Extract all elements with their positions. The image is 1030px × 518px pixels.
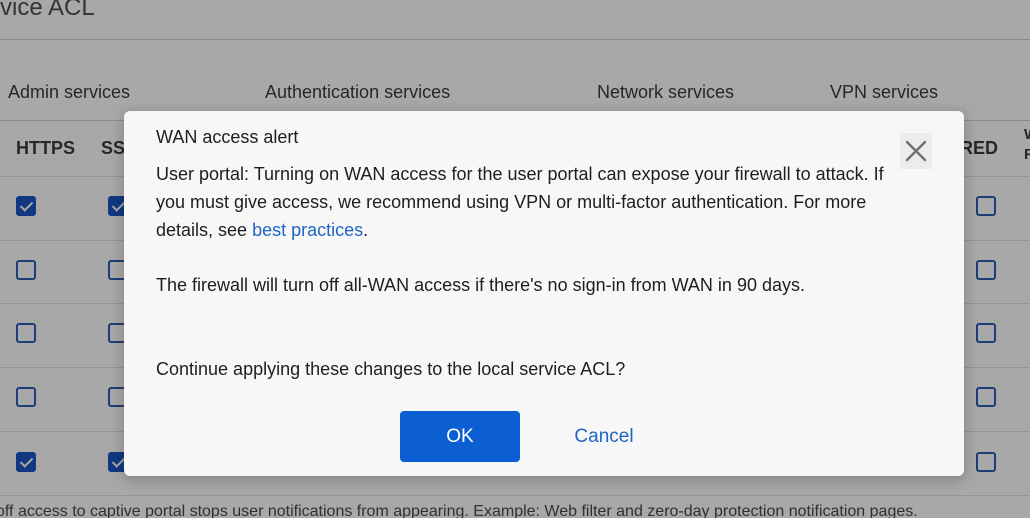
dialog-message-user-portal: User portal: Turning on WAN access for t… (156, 160, 916, 244)
best-practices-link[interactable]: best practices (252, 220, 363, 240)
dialog-message-confirm: Continue applying these changes to the l… (156, 359, 626, 379)
message-text-end: . (363, 220, 369, 240)
close-icon (905, 140, 927, 162)
dialog-title: WAN access alert (156, 127, 299, 147)
local-service-acl-page: rvice ACL Admin services Authentication … (0, 0, 1030, 518)
wan-access-alert-dialog: WAN access alert User portal: Turning on… (124, 111, 964, 476)
cancel-button[interactable]: Cancel (548, 411, 660, 462)
ok-button[interactable]: OK (400, 411, 520, 462)
dialog-message-auto-off: The firewall will turn off all-WAN acces… (156, 275, 805, 295)
